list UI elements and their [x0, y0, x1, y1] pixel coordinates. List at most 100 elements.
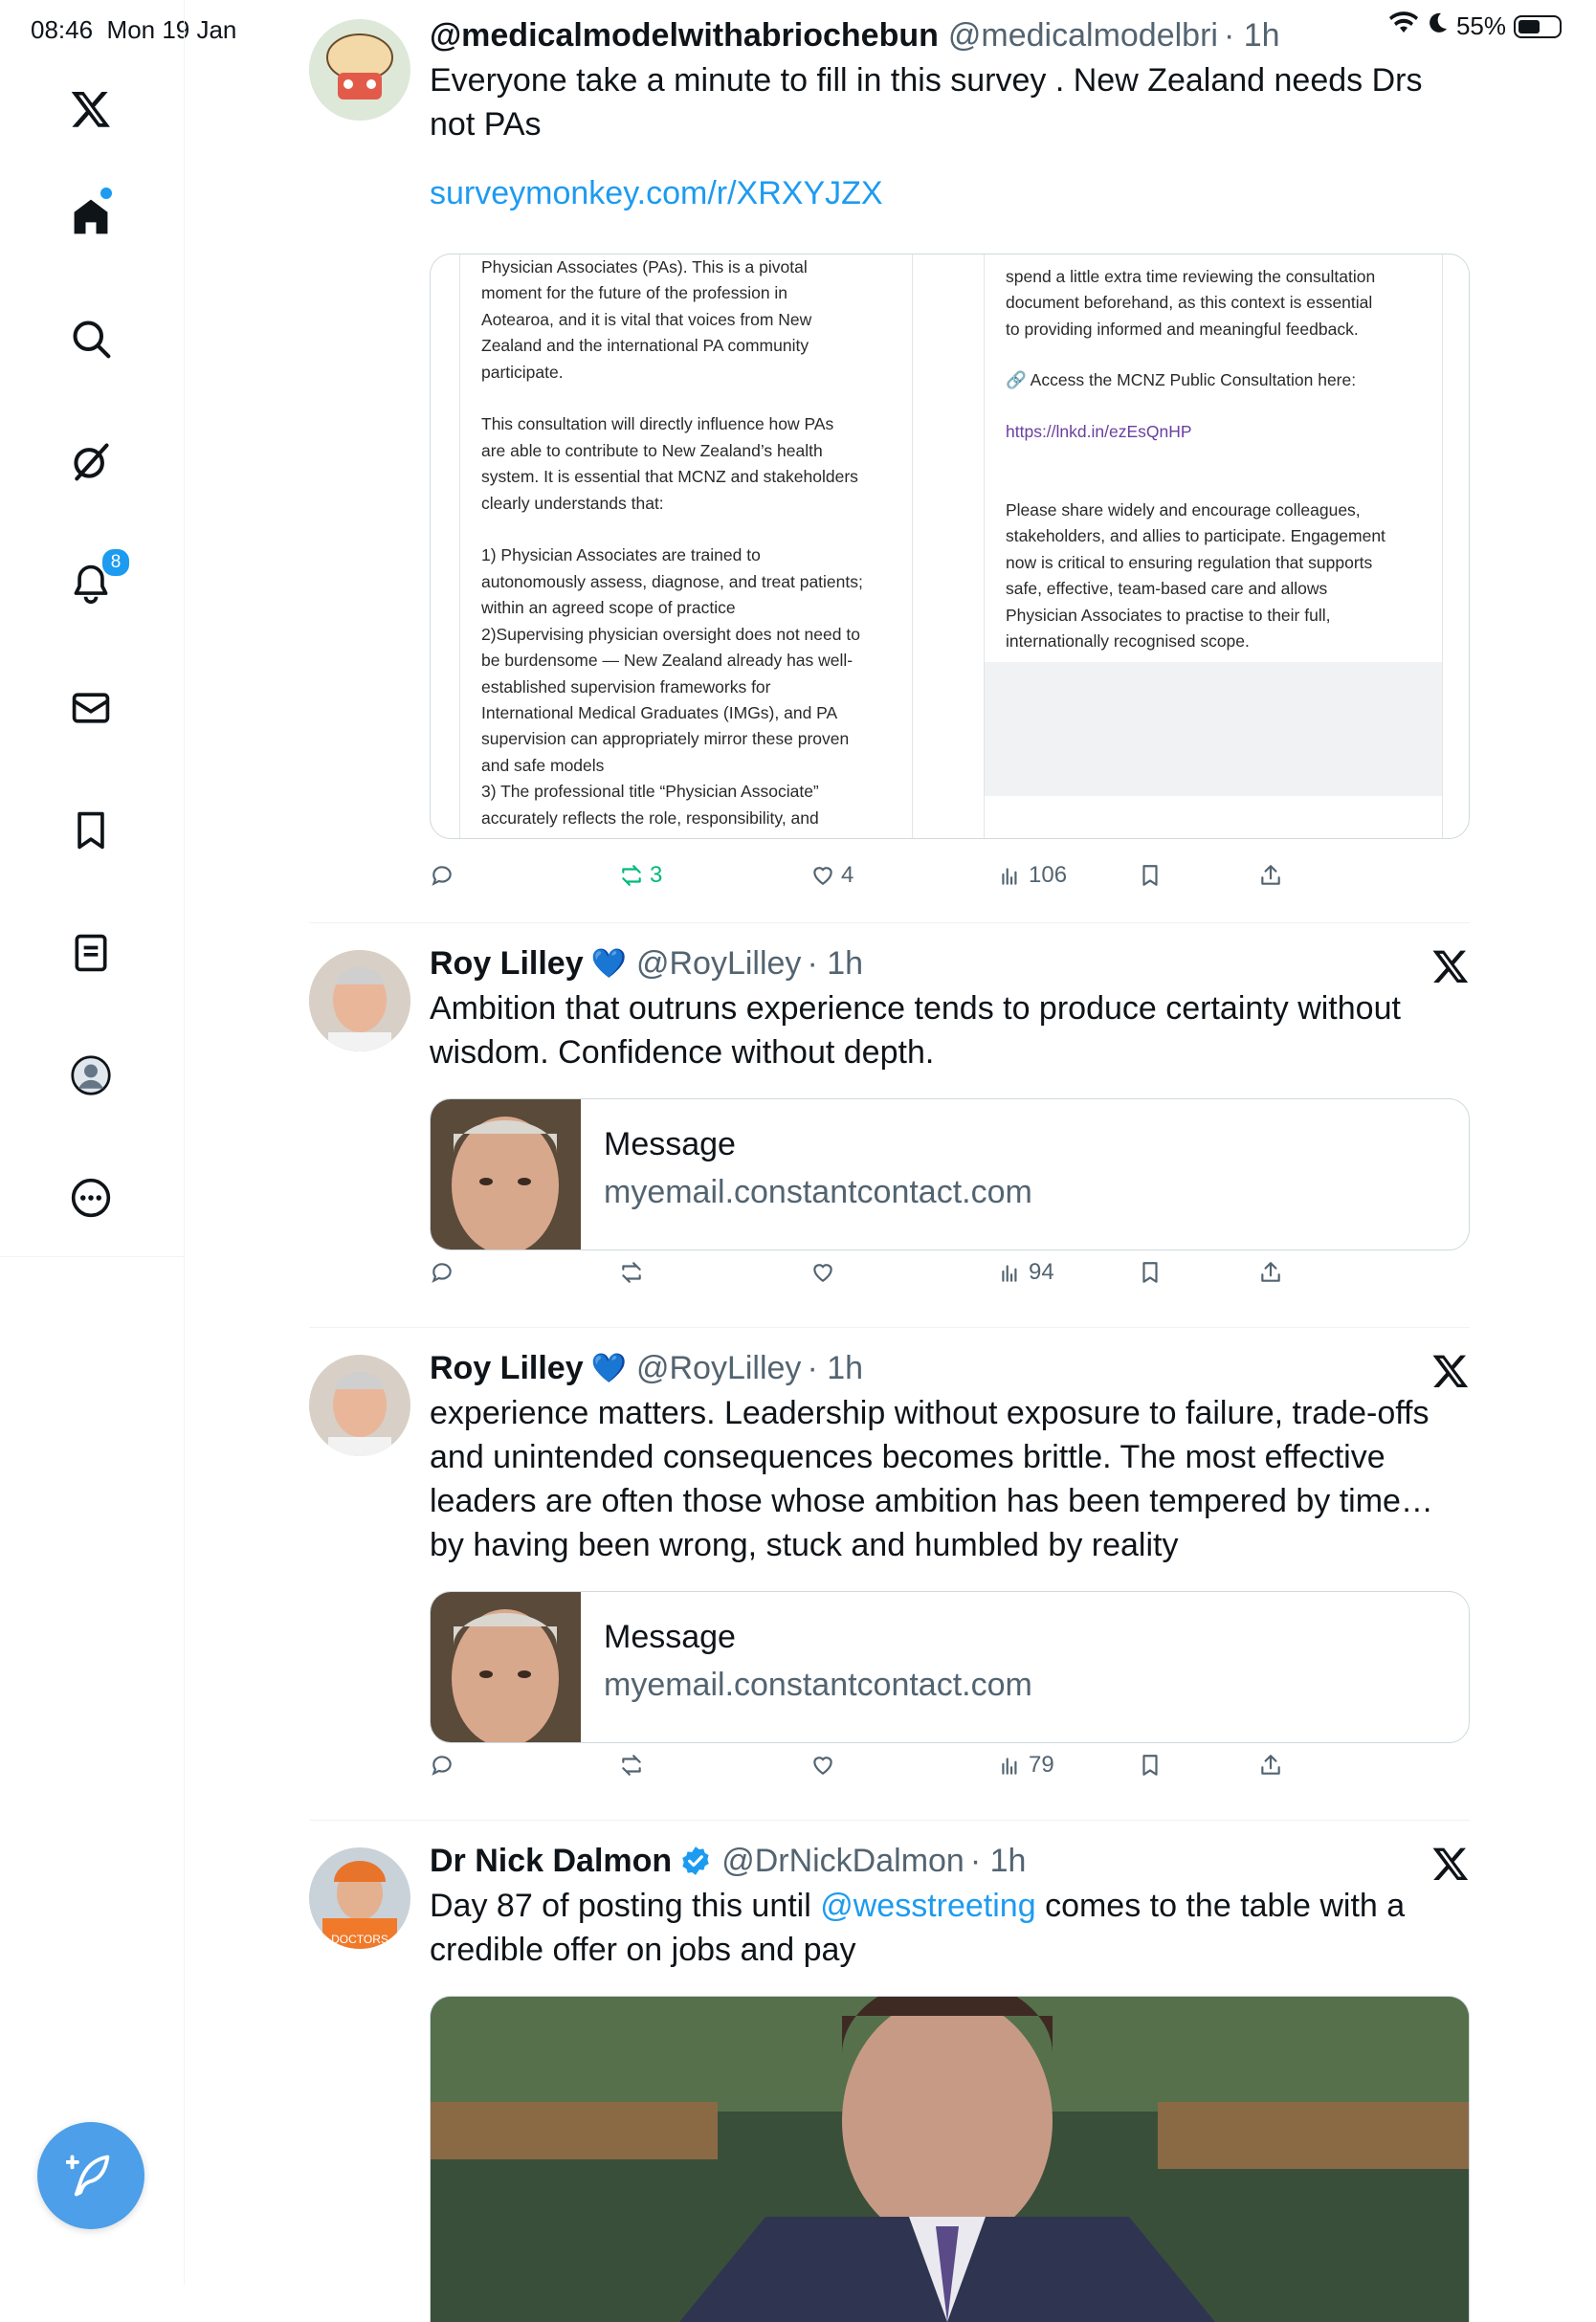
retweet-icon — [622, 1262, 641, 1283]
nav-home[interactable] — [64, 188, 118, 243]
tweet-actions: 94 — [430, 1253, 1348, 1292]
tweet-divider — [309, 1820, 1470, 1821]
tweet[interactable]: Roy Lilley 💙 @RoyLilley · 1h experience … — [309, 1347, 1470, 1816]
tweet-text: Day 87 of posting this until @wesstreeti… — [430, 1888, 1406, 1968]
views-icon — [1002, 1758, 1017, 1775]
author-handle[interactable]: @medicalmodelbri — [948, 17, 1218, 55]
verified-icon — [682, 1847, 709, 1875]
video-thumbnail — [431, 1997, 1469, 2322]
bookmark-icon — [1142, 1755, 1158, 1776]
tweet-header: Roy Lilley 💙 @RoyLilley · 1h — [430, 942, 1470, 984]
share-button[interactable] — [1258, 856, 1283, 895]
retweet-button[interactable]: 3 — [619, 856, 662, 895]
mention-link[interactable]: @wesstreeting — [820, 1888, 1035, 1924]
author-handle[interactable]: @RoyLilley — [636, 945, 801, 983]
views-button[interactable]: 79 — [998, 1746, 1054, 1784]
retweet-icon — [622, 1755, 641, 1776]
bookmark-button[interactable] — [1138, 1253, 1163, 1292]
reply-icon — [432, 1263, 452, 1283]
views-count: 106 — [1029, 862, 1068, 888]
document-image-card[interactable]: Physician Associates (PAs). This is a pi… — [430, 254, 1470, 839]
tweet[interactable]: DOCTORS Dr Nick Dalmon @DrNickDalmon · 1… — [309, 1840, 1470, 2322]
mail-icon — [72, 693, 110, 723]
like-icon — [813, 1757, 832, 1775]
home-icon — [74, 199, 108, 234]
author-name[interactable]: @medicalmodelwithabriochebun — [430, 17, 939, 55]
link-card-domain: myemail.constantcontact.com — [604, 1667, 1032, 1703]
avatar[interactable]: DOCTORS — [309, 1847, 410, 1949]
reply-icon — [432, 866, 452, 886]
views-button[interactable]: 106 — [998, 856, 1067, 895]
nav-lists[interactable] — [64, 926, 118, 980]
link-thumbnail — [431, 1592, 581, 1742]
bookmark-button[interactable] — [1138, 1746, 1163, 1784]
like-button[interactable] — [810, 1746, 835, 1784]
x-logo-icon[interactable] — [64, 82, 118, 136]
compose-button[interactable] — [37, 2122, 144, 2229]
like-count: 4 — [841, 862, 854, 888]
bookmark-icon — [78, 811, 104, 850]
share-button[interactable] — [1258, 1253, 1283, 1292]
document-grey-area — [985, 662, 1442, 796]
avatar[interactable] — [309, 19, 410, 121]
retweet-button[interactable] — [619, 1746, 644, 1784]
tweet-header: Dr Nick Dalmon @DrNickDalmon · 1h — [430, 1840, 1470, 1882]
retweet-button[interactable] — [619, 1253, 644, 1292]
unread-dot — [100, 188, 112, 199]
document-access-text: 🔗 Access the MCNZ Public Consultation he… — [1006, 370, 1357, 389]
bookmark-button[interactable] — [1138, 856, 1163, 895]
blue-heart-icon: 💙 — [590, 1352, 627, 1384]
notification-badge: 8 — [100, 547, 131, 578]
nav-notifications[interactable]: 8 — [64, 547, 131, 610]
tweet-time: · 1h — [807, 1349, 864, 1386]
author-name[interactable]: Dr Nick Dalmon — [430, 1843, 672, 1880]
tweet[interactable]: Roy Lilley 💙 @RoyLilley · 1h Ambition th… — [309, 942, 1470, 1325]
link-card-domain: myemail.constantcontact.com — [604, 1174, 1032, 1210]
nav-profile[interactable] — [64, 1049, 118, 1102]
battery-icon — [1514, 14, 1562, 38]
author-name[interactable]: Roy Lilley — [430, 1350, 584, 1387]
reply-button[interactable] — [430, 1746, 454, 1784]
nav-messages[interactable] — [64, 681, 118, 735]
link-card-title: Message — [604, 1619, 736, 1655]
avatar[interactable] — [309, 950, 410, 1051]
share-icon — [1261, 1755, 1280, 1775]
share-button[interactable] — [1258, 1746, 1283, 1784]
link-preview-card[interactable]: Message myemail.constantcontact.com — [430, 1591, 1470, 1743]
tweet-text: Ambition that outruns experience tends t… — [430, 990, 1401, 1071]
grok-icon — [74, 443, 109, 481]
tweet-time: · 1h — [969, 1842, 1027, 1879]
tweet[interactable]: @medicalmodelwithabriochebun @medicalmod… — [309, 14, 1470, 923]
like-button[interactable] — [810, 1253, 835, 1292]
blue-heart-icon: 💙 — [590, 947, 627, 980]
reply-button[interactable] — [430, 856, 454, 895]
video-media[interactable] — [430, 1996, 1470, 2322]
x-logo-icon[interactable] — [1431, 1845, 1470, 1883]
search-icon — [73, 321, 111, 359]
tweet-actions: 79 — [430, 1746, 1348, 1784]
author-name[interactable]: Roy Lilley — [430, 945, 584, 983]
like-button[interactable]: 4 — [810, 856, 853, 895]
link-preview-card[interactable]: Message myemail.constantcontact.com — [430, 1098, 1470, 1250]
nav-bookmarks[interactable] — [64, 804, 118, 857]
views-icon — [1002, 868, 1017, 885]
x-logo-icon[interactable] — [1431, 1352, 1470, 1390]
tweet-divider — [309, 922, 1470, 923]
tweet-text: experience matters. Leadership without e… — [430, 1395, 1433, 1563]
reply-button[interactable] — [430, 1253, 454, 1292]
document-page-right: spend a little extra time reviewing the … — [984, 254, 1443, 838]
author-handle[interactable]: @RoyLilley — [636, 1350, 801, 1387]
document-page-left: Physician Associates (PAs). This is a pi… — [459, 254, 913, 838]
nav-search[interactable] — [64, 312, 118, 365]
author-handle[interactable]: @DrNickDalmon — [721, 1843, 964, 1880]
views-count: 79 — [1029, 1752, 1054, 1778]
sidebar-nav: 8 — [0, 0, 185, 2285]
svg-text:DOCTORS: DOCTORS — [331, 1933, 388, 1946]
survey-link[interactable]: surveymonkey.com/r/XRXYJZX — [430, 175, 1470, 212]
x-logo-icon[interactable] — [1431, 947, 1470, 985]
nav-more[interactable] — [64, 1171, 118, 1225]
views-button[interactable]: 94 — [998, 1253, 1054, 1292]
nav-grok[interactable] — [64, 434, 118, 488]
bookmark-icon — [1142, 865, 1158, 886]
avatar[interactable] — [309, 1355, 410, 1456]
